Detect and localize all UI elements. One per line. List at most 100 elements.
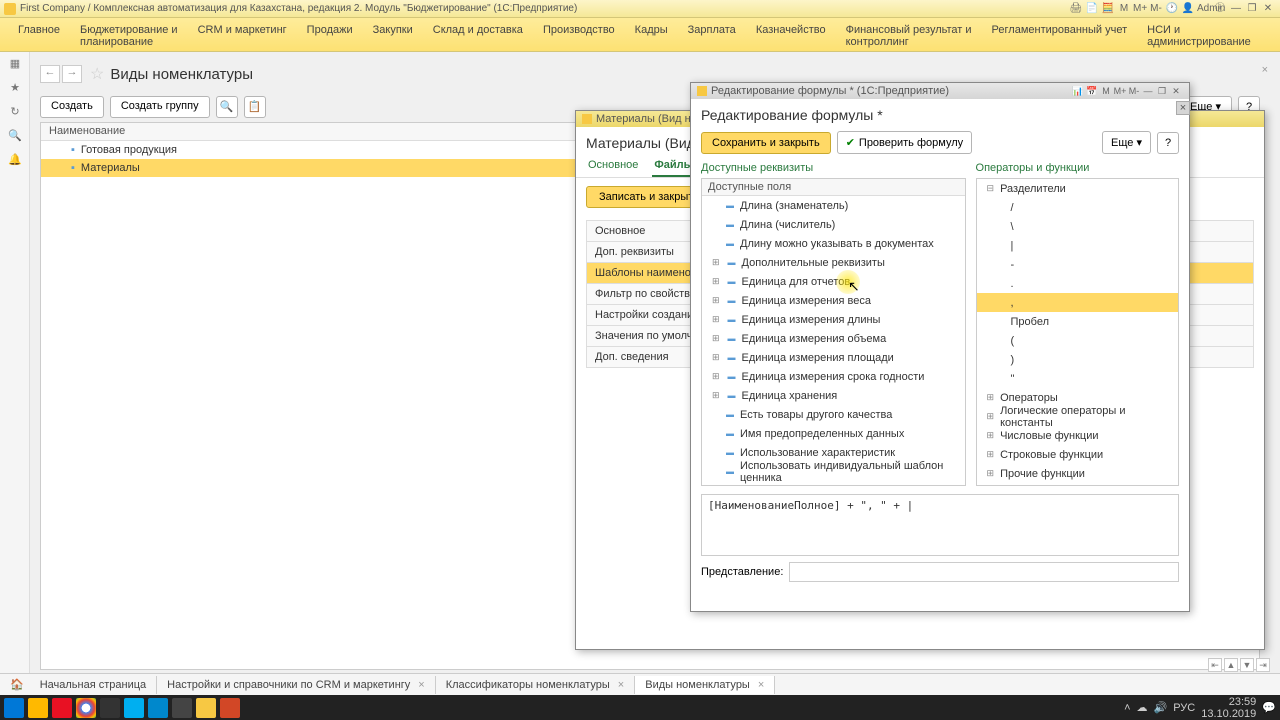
- separators-group[interactable]: ⊟Разделители: [977, 179, 1178, 198]
- tray-notif-icon[interactable]: 💬: [1262, 701, 1276, 714]
- prop-item[interactable]: ⊞▬Единица измерения объема: [702, 329, 965, 348]
- tb-calc-icon[interactable]: 🧮: [1101, 2, 1115, 16]
- separator-item[interactable]: ): [977, 350, 1178, 369]
- prop-item[interactable]: ▬Использовать индивидуальный шаблон ценн…: [702, 462, 965, 481]
- bell-icon[interactable]: 🔔: [0, 148, 30, 172]
- separator-item[interactable]: (: [977, 331, 1178, 350]
- tb-mp[interactable]: M+: [1113, 86, 1127, 96]
- op-group[interactable]: ⊞Прочие функции: [977, 464, 1178, 483]
- tb-m[interactable]: M: [1117, 2, 1131, 16]
- menu-crm[interactable]: CRM и маркетинг: [188, 22, 297, 38]
- close-button[interactable]: ✕: [1261, 2, 1275, 16]
- tb-calc-icon[interactable]: 📊: [1071, 86, 1085, 97]
- windows-start-icon[interactable]: [4, 698, 24, 718]
- apps-icon[interactable]: ▦: [0, 52, 30, 76]
- menu-finance[interactable]: Финансовый результат и контроллинг: [836, 22, 982, 50]
- chrome-icon[interactable]: [76, 698, 96, 718]
- app-icon[interactable]: [52, 698, 72, 718]
- tb-print-icon[interactable]: 🖨: [1069, 2, 1083, 16]
- separator-item[interactable]: \: [977, 217, 1178, 236]
- save-close-button[interactable]: Сохранить и закрыть: [701, 132, 831, 154]
- formula-input[interactable]: [НаименованиеПолное] + ", " + |: [701, 494, 1179, 556]
- prop-item[interactable]: ▬Длина (знаменатель): [702, 196, 965, 215]
- nav-first-icon[interactable]: ⇤: [1208, 658, 1222, 672]
- prop-item[interactable]: ▬Есть товары другого качества: [702, 405, 965, 424]
- close-icon[interactable]: ×: [758, 679, 764, 691]
- prop-item[interactable]: ⊞▬Единица хранения: [702, 386, 965, 405]
- star-icon[interactable]: ★: [0, 76, 30, 100]
- explorer-icon[interactable]: [28, 698, 48, 718]
- nav-down-icon[interactable]: ▼: [1240, 658, 1254, 672]
- prop-item[interactable]: ▬Длина (числитель): [702, 215, 965, 234]
- menu-nsi[interactable]: НСИ и администрирование: [1137, 22, 1261, 50]
- menu-main[interactable]: Главное: [8, 22, 70, 38]
- app-icon[interactable]: [100, 698, 120, 718]
- minimize-button[interactable]: ―: [1229, 2, 1243, 16]
- representation-input[interactable]: [789, 562, 1179, 582]
- tb-cal-icon[interactable]: 📅: [1085, 86, 1099, 97]
- close-page-button[interactable]: ×: [1262, 64, 1268, 76]
- menu-budget[interactable]: Бюджетирование и планирование: [70, 22, 188, 50]
- prop-item[interactable]: ⊞▬Единица измерения веса: [702, 291, 965, 310]
- tb-mm[interactable]: M-: [1127, 86, 1141, 96]
- separator-item[interactable]: /: [977, 198, 1178, 217]
- prop-item[interactable]: ⊞▬Единица измерения площади: [702, 348, 965, 367]
- tray-cloud-icon[interactable]: ☁: [1137, 701, 1148, 714]
- back-button[interactable]: ←: [40, 65, 60, 83]
- close-icon[interactable]: ✕: [1169, 86, 1183, 97]
- maximize-button[interactable]: ❐: [1245, 2, 1259, 16]
- separator-item[interactable]: Пробел: [977, 312, 1178, 331]
- forward-button[interactable]: →: [62, 65, 82, 83]
- menu-salary[interactable]: Зарплата: [678, 22, 746, 38]
- tb-user-icon[interactable]: 👤: [1181, 2, 1195, 16]
- tb-mplus[interactable]: M+: [1133, 2, 1147, 16]
- separator-item[interactable]: ": [977, 369, 1178, 388]
- tray-up-icon[interactable]: ˄: [1124, 702, 1130, 714]
- tab-classifiers[interactable]: Классификаторы номенклатуры×: [436, 676, 636, 694]
- props-list[interactable]: Доступные поля ▬Длина (знаменатель)▬Длин…: [701, 178, 966, 486]
- separator-item[interactable]: |: [977, 236, 1178, 255]
- help-button[interactable]: ?: [1157, 132, 1179, 154]
- separator-item[interactable]: -: [977, 255, 1178, 274]
- tab-kinds[interactable]: Виды номенклатуры×: [635, 676, 775, 694]
- tb-info-icon[interactable]: ⓘ: [1213, 2, 1227, 16]
- app-icon[interactable]: [172, 698, 192, 718]
- create-button[interactable]: Создать: [40, 96, 104, 118]
- prop-item[interactable]: ▬Имя предопределенных данных: [702, 424, 965, 443]
- menu-accounting[interactable]: Регламентированный учет: [982, 22, 1138, 38]
- menu-treasury[interactable]: Казначейство: [746, 22, 836, 38]
- find-icon[interactable]: 🔍: [216, 96, 238, 118]
- tray-lang[interactable]: РУС: [1173, 702, 1195, 714]
- tab-settings[interactable]: Настройки и справочники по CRM и маркети…: [157, 676, 436, 694]
- close-side-button[interactable]: ×: [1176, 101, 1190, 115]
- tray-net-icon[interactable]: 🔊: [1154, 701, 1168, 714]
- tab-files[interactable]: Файлы: [652, 155, 695, 177]
- op-group[interactable]: ⊞Числовые функции: [977, 426, 1178, 445]
- menu-hr[interactable]: Кадры: [625, 22, 678, 38]
- copy-icon[interactable]: 📋: [244, 96, 266, 118]
- prop-item[interactable]: ⊞▬Единица измерения срока годности: [702, 367, 965, 386]
- close-icon[interactable]: ×: [618, 679, 624, 691]
- powerpoint-icon[interactable]: [220, 698, 240, 718]
- prop-item[interactable]: ⊞▬Единица измерения длины: [702, 310, 965, 329]
- tb-doc-icon[interactable]: 📄: [1085, 2, 1099, 16]
- op-group[interactable]: ⊞Логические операторы и константы: [977, 407, 1178, 426]
- nav-last-icon[interactable]: ⇥: [1256, 658, 1270, 672]
- history-icon[interactable]: ↻: [0, 100, 30, 124]
- maximize-icon[interactable]: ❐: [1155, 86, 1169, 97]
- prop-item[interactable]: ⊞▬Единица для отчетов: [702, 272, 965, 291]
- tb-m[interactable]: M: [1099, 86, 1113, 96]
- menu-sales[interactable]: Продажи: [297, 22, 363, 38]
- menu-warehouse[interactable]: Склад и доставка: [423, 22, 533, 38]
- menu-production[interactable]: Производство: [533, 22, 625, 38]
- separator-item[interactable]: ,: [977, 293, 1178, 312]
- op-group[interactable]: ⊞Строковые функции: [977, 445, 1178, 464]
- tab-main[interactable]: Основное: [586, 155, 640, 177]
- separator-item[interactable]: .: [977, 274, 1178, 293]
- tb-mminus[interactable]: M-: [1149, 2, 1163, 16]
- search-icon[interactable]: 🔍: [0, 124, 30, 148]
- skype-icon[interactable]: [124, 698, 144, 718]
- prop-item[interactable]: ⊞▬Дополнительные реквизиты: [702, 253, 965, 272]
- ops-list[interactable]: ⊟Разделители /\|-.,Пробел()" ⊞Операторы⊞…: [976, 178, 1179, 486]
- minimize-icon[interactable]: ―: [1141, 86, 1155, 96]
